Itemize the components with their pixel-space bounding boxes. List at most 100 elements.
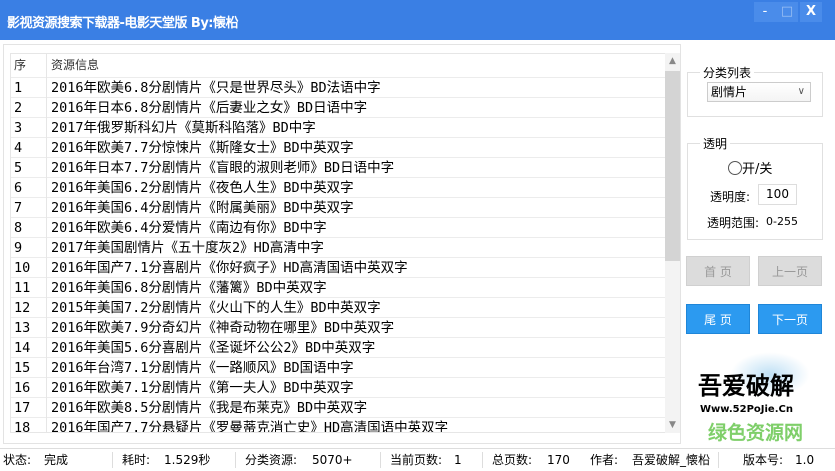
toggle-label: 开/关	[742, 162, 773, 177]
row-index: 12	[14, 300, 31, 316]
table-row[interactable]: 2 2016年日本6.8分剧情片《后妻业之女》BD日语中字	[11, 98, 665, 118]
resources-label: 分类资源:	[245, 453, 298, 467]
title-bar: 影视资源搜索下载器-电影天堂版 By:懐柗 - □ X	[0, 0, 835, 40]
row-index: 6	[14, 180, 23, 196]
row-index: 10	[14, 260, 31, 276]
table-row[interactable]: 7 2016年美国6.4分剧情片《附属美丽》BD中英双字	[11, 198, 665, 218]
logo: 吾爱破解 Www.52PoJie.Cn 绿色资源网	[690, 352, 830, 447]
resource-table: 序 资源信息 1 2016年欧美6.8分剧情片《只是世界尽头》BD法语中字 2 2016年…	[10, 53, 666, 433]
opacity-input[interactable]: 100	[758, 184, 797, 205]
time-value: 1.529秒	[164, 453, 211, 467]
next-page-button[interactable]: 下一页	[758, 304, 822, 334]
row-index: 17	[14, 400, 31, 416]
scroll-thumb[interactable]	[665, 71, 680, 261]
row-title: 2017年俄罗斯科幻片《莫斯科陷落》BD中字	[46, 118, 316, 138]
vertical-scrollbar[interactable]: ▲ ▼	[665, 53, 680, 433]
row-index: 3	[14, 120, 23, 136]
row-index: 14	[14, 340, 31, 356]
table-row[interactable]: 9 2017年美国剧情片《五十度灰2》HD高清中字	[11, 238, 665, 258]
window-title: 影视资源搜索下载器-电影天堂版 By:懐柗	[7, 16, 239, 31]
row-index: 4	[14, 140, 23, 156]
row-title: 2016年日本7.7分剧情片《盲眼的淑则老师》BD日语中字	[46, 158, 394, 178]
row-index: 18	[14, 420, 31, 433]
watermark: 绿色资源网	[708, 422, 804, 444]
row-index: 13	[14, 320, 31, 336]
prev-page-button[interactable]: 上一页	[758, 256, 822, 286]
time-label: 耗时:	[122, 453, 151, 467]
table-row[interactable]: 14 2016年美国5.6分喜剧片《圣诞坏公公2》BD中英双字	[11, 338, 665, 358]
row-title: 2016年欧美7.7分惊悚片《斯隆女士》BD中英双字	[46, 138, 354, 158]
table-header: 序 资源信息	[11, 54, 665, 78]
row-index: 8	[14, 220, 23, 236]
last-page-button[interactable]: 尾 页	[686, 304, 750, 334]
current-page-label: 当前页数:	[390, 453, 443, 467]
row-index: 2	[14, 100, 23, 116]
row-title: 2016年国产7.1分喜剧片《你好疯子》HD高清国语中英双字	[46, 258, 408, 278]
row-index: 7	[14, 200, 23, 216]
logo-text: 吾爱破解	[698, 371, 794, 400]
row-index: 序	[14, 58, 27, 72]
row-index: 5	[14, 160, 23, 176]
table-row[interactable]: 15 2016年台湾7.1分剧情片《一路顺风》BD国语中字	[11, 358, 665, 378]
transparency-label: 透明	[700, 135, 731, 152]
table-row[interactable]: 10 2016年国产7.1分喜剧片《你好疯子》HD高清国语中英双字	[11, 258, 665, 278]
table-row[interactable]: 6 2016年美国6.2分剧情片《夜色人生》BD中英双字	[11, 178, 665, 198]
row-title: 2016年美国6.8分剧情片《藩篱》BD中英双字	[46, 278, 327, 298]
table-row[interactable]: 13 2016年欧美7.9分奇幻片《神奇动物在哪里》BD中英双字	[11, 318, 665, 338]
row-title: 2016年日本6.8分剧情片《后妻业之女》BD日语中字	[46, 98, 367, 118]
total-pages-value: 170	[547, 453, 570, 467]
row-title: 资源信息	[46, 54, 99, 78]
range-value: 0-255	[766, 215, 798, 228]
status-value: 完成	[44, 453, 69, 467]
radio-icon[interactable]	[728, 161, 742, 175]
opacity-label: 透明度:	[710, 190, 751, 204]
status-bar: 状态: 完成 耗时: 1.529秒 分类资源: 5070+ 当前页数: 1 总页…	[0, 448, 835, 470]
maximize-button[interactable]: □	[776, 2, 798, 22]
table-row[interactable]: 1 2016年欧美6.8分剧情片《只是世界尽头》BD法语中字	[11, 78, 665, 98]
row-title: 2016年欧美7.1分剧情片《第一夫人》BD中英双字	[46, 378, 354, 398]
transparency-group: 透明 开/关 透明度: 100 透明范围: 0-255	[687, 135, 823, 240]
row-title: 2017年美国剧情片《五十度灰2》HD高清中字	[46, 238, 324, 258]
table-row[interactable]: 17 2016年欧美8.5分剧情片《我是布莱克》BD中英双字	[11, 398, 665, 418]
first-page-button[interactable]: 首 页	[686, 256, 750, 286]
table-row[interactable]: 16 2016年欧美7.1分剧情片《第一夫人》BD中英双字	[11, 378, 665, 398]
table-row[interactable]: 4 2016年欧美7.7分惊悚片《斯隆女士》BD中英双字	[11, 138, 665, 158]
resource-list: 序 资源信息 1 2016年欧美6.8分剧情片《只是世界尽头》BD法语中字 2 2016年…	[3, 44, 681, 444]
author-value: 吾爱破解_懐柗	[632, 453, 711, 467]
category-select[interactable]: 剧情片 ∨	[707, 82, 811, 102]
status-label: 状态:	[3, 453, 32, 467]
row-index: 15	[14, 360, 31, 376]
current-page-value: 1	[454, 453, 462, 467]
row-title: 2015年美国7.2分剧情片《火山下的人生》BD中英双字	[46, 298, 381, 318]
row-index: 16	[14, 380, 31, 396]
row-index: 1	[14, 80, 23, 96]
version-label: 版本号:	[743, 453, 784, 467]
row-title: 2016年美国5.6分喜剧片《圣诞坏公公2》BD中英双字	[46, 338, 375, 358]
table-row[interactable]: 5 2016年日本7.7分剧情片《盲眼的淑则老师》BD日语中字	[11, 158, 665, 178]
row-index: 9	[14, 240, 23, 256]
logo-url: Www.52PoJie.Cn	[700, 404, 793, 415]
resources-value: 5070+	[312, 453, 353, 467]
row-title: 2016年美国6.4分剧情片《附属美丽》BD中英双字	[46, 198, 354, 218]
table-row[interactable]: 3 2017年俄罗斯科幻片《莫斯科陷落》BD中字	[11, 118, 665, 138]
category-label: 分类列表	[700, 64, 755, 81]
chevron-down-icon: ∨	[797, 86, 805, 97]
version-value: 1.0	[795, 453, 815, 467]
close-button[interactable]: X	[800, 2, 822, 22]
table-row[interactable]: 18 2016年国产7.7分悬疑片《罗曼蒂克消亡史》HD高清国语中英双字	[11, 418, 665, 433]
row-title: 2016年欧美8.5分剧情片《我是布莱克》BD中英双字	[46, 398, 367, 418]
row-index: 11	[14, 280, 31, 296]
scroll-down-icon[interactable]: ▼	[665, 417, 680, 433]
transparency-toggle[interactable]: 开/关	[728, 158, 772, 177]
row-title: 2016年欧美6.8分剧情片《只是世界尽头》BD法语中字	[46, 78, 381, 98]
row-title: 2016年欧美7.9分奇幻片《神奇动物在哪里》BD中英双字	[46, 318, 394, 338]
table-row[interactable]: 11 2016年美国6.8分剧情片《藩篱》BD中英双字	[11, 278, 665, 298]
author-label: 作者:	[590, 453, 619, 467]
total-pages-label: 总页数:	[492, 453, 533, 467]
minimize-button[interactable]: -	[754, 2, 776, 22]
table-row[interactable]: 12 2015年美国7.2分剧情片《火山下的人生》BD中英双字	[11, 298, 665, 318]
row-title: 2016年国产7.7分悬疑片《罗曼蒂克消亡史》HD高清国语中英双字	[46, 418, 448, 432]
row-title: 2016年台湾7.1分剧情片《一路顺风》BD国语中字	[46, 358, 354, 378]
table-row[interactable]: 8 2016年欧美6.4分爱情片《南边有你》BD中字	[11, 218, 665, 238]
scroll-up-icon[interactable]: ▲	[665, 53, 680, 69]
